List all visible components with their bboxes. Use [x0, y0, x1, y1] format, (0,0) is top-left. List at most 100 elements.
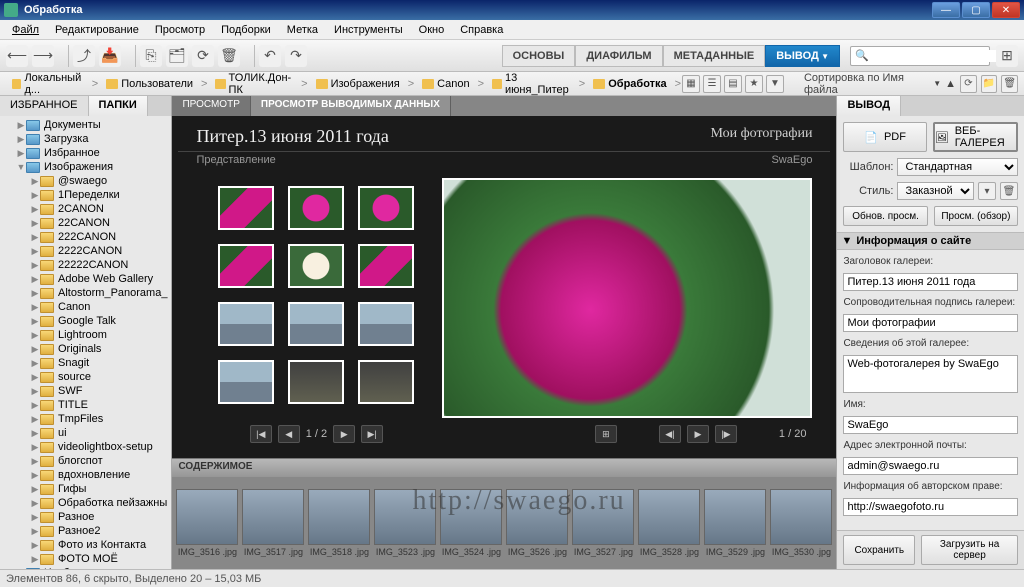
- workspace-tab-метаданные[interactable]: МЕТАДАННЫЕ: [663, 45, 766, 67]
- gallery-thumb[interactable]: [358, 186, 414, 230]
- expand-icon[interactable]: ▶: [30, 302, 40, 313]
- expand-icon[interactable]: ▶: [30, 232, 40, 243]
- expand-icon[interactable]: ▶: [30, 274, 40, 285]
- tree-item[interactable]: ▶блогспот: [2, 454, 169, 468]
- expand-icon[interactable]: ▶: [30, 344, 40, 355]
- expand-icon[interactable]: ▶: [30, 330, 40, 341]
- filter-rating-button[interactable]: ★: [745, 75, 763, 93]
- style-save-button[interactable]: ▾: [978, 182, 996, 200]
- gallery-thumb[interactable]: [358, 244, 414, 288]
- trash-button[interactable]: 🗑: [1001, 75, 1018, 93]
- menu-окно[interactable]: Окно: [411, 22, 453, 38]
- site-info-section[interactable]: ▼Информация о сайте: [837, 232, 1024, 250]
- rotate-cw-button[interactable]: ↷: [285, 45, 307, 67]
- tree-item[interactable]: ▶2222CANON: [2, 244, 169, 258]
- expand-icon[interactable]: ▶: [30, 428, 40, 439]
- expand-icon[interactable]: ▶: [30, 400, 40, 411]
- tree-item[interactable]: ▶вдохновление: [2, 468, 169, 482]
- breadcrumb-item[interactable]: 13 июня_Питер: [486, 70, 577, 98]
- tree-item[interactable]: ▶videolightbox-setup: [2, 440, 169, 454]
- tree-item[interactable]: ▶Altostorm_Panorama_: [2, 286, 169, 300]
- prev-page-button[interactable]: ◀: [278, 425, 300, 443]
- style-select[interactable]: Заказной: [897, 182, 974, 200]
- tree-item[interactable]: ▶Adobe Web Gallery: [2, 272, 169, 286]
- expand-icon[interactable]: ▶: [16, 120, 26, 131]
- expand-icon[interactable]: ▶: [30, 204, 40, 215]
- expand-icon[interactable]: ▶: [30, 176, 40, 187]
- expand-icon[interactable]: ▶: [30, 316, 40, 327]
- filmstrip-item[interactable]: IMG_3526 .jpg: [506, 489, 568, 557]
- tree-item[interactable]: ▶Гифы: [2, 482, 169, 496]
- menu-инструменты[interactable]: Инструменты: [326, 22, 411, 38]
- tree-item[interactable]: ▶222CANON: [2, 230, 169, 244]
- expand-icon[interactable]: ▶: [30, 554, 40, 565]
- forward-button[interactable]: ⟶: [32, 45, 54, 67]
- maximize-button[interactable]: ▢: [962, 2, 990, 18]
- workspace-tab-вывод[interactable]: ВЫВОД ▼: [765, 45, 840, 67]
- tree-item[interactable]: ▶Originals: [2, 342, 169, 356]
- view-details-button[interactable]: ▤: [724, 75, 742, 93]
- menu-справка[interactable]: Справка: [452, 22, 511, 38]
- slideshow-view-button[interactable]: ⊞: [595, 425, 617, 443]
- filmstrip-item[interactable]: IMG_3529 .jpg: [704, 489, 766, 557]
- expand-icon[interactable]: ▶: [30, 540, 40, 551]
- open-button[interactable]: ⎘: [140, 45, 162, 67]
- filmstrip-item[interactable]: IMG_3528 .jpg: [638, 489, 700, 557]
- rotate-ccw-button[interactable]: ↶: [259, 45, 281, 67]
- menu-редактирование[interactable]: Редактирование: [47, 22, 147, 38]
- expand-icon[interactable]: ▶: [16, 134, 26, 145]
- menu-подборки[interactable]: Подборки: [213, 22, 279, 38]
- delete-button[interactable]: 🗑: [218, 45, 240, 67]
- tree-item[interactable]: ▶Canon: [2, 300, 169, 314]
- expand-icon[interactable]: ▶: [30, 190, 40, 201]
- get-photos-button[interactable]: 📥: [99, 45, 121, 67]
- compact-mode-button[interactable]: ⊞: [996, 45, 1018, 67]
- style-delete-button[interactable]: 🗑: [1000, 182, 1018, 200]
- tree-item[interactable]: ▶SWF: [2, 384, 169, 398]
- filmstrip-item[interactable]: IMG_3523 .jpg: [374, 489, 436, 557]
- gallery-thumb[interactable]: [288, 360, 344, 404]
- breadcrumb-item[interactable]: ТОЛИК.Дон-ПК: [209, 70, 299, 98]
- expand-icon[interactable]: ▶: [30, 414, 40, 425]
- refresh-preview-button[interactable]: Обнов. просм.: [843, 206, 927, 226]
- last-page-button[interactable]: ▶|: [361, 425, 383, 443]
- workspace-tab-диафильм[interactable]: ДИАФИЛЬМ: [575, 45, 662, 67]
- gallery-caption-input[interactable]: [843, 314, 1018, 332]
- minimize-button[interactable]: —: [932, 2, 960, 18]
- tree-item[interactable]: ▶Избранное: [2, 146, 169, 160]
- panel-tab-ПАПКИ[interactable]: ПАПКИ: [89, 96, 148, 116]
- expand-icon[interactable]: ▶: [30, 484, 40, 495]
- filmstrip-item[interactable]: IMG_3524 .jpg: [440, 489, 502, 557]
- refresh-button[interactable]: ⟳: [192, 45, 214, 67]
- expand-icon[interactable]: ▶: [30, 498, 40, 509]
- search-input[interactable]: [869, 50, 1011, 62]
- gallery-thumb[interactable]: [358, 360, 414, 404]
- gallery-thumb[interactable]: [218, 244, 274, 288]
- breadcrumb-item[interactable]: Пользователи: [100, 76, 199, 92]
- slideshow-play-button[interactable]: ▶: [687, 425, 709, 443]
- options-button[interactable]: ⟳: [960, 75, 977, 93]
- about-textarea[interactable]: Web-фотогалерея by SwaEgo: [843, 355, 1018, 393]
- sort-dropdown-icon[interactable]: ▼: [933, 79, 941, 88]
- tree-item[interactable]: ▶Lightroom: [2, 328, 169, 342]
- breadcrumb-item[interactable]: Обработка: [587, 76, 672, 92]
- filmstrip-item[interactable]: IMG_3517 .jpg: [242, 489, 304, 557]
- slideshow-next-button[interactable]: |▶: [715, 425, 737, 443]
- gallery-thumb[interactable]: [218, 302, 274, 346]
- tree-item[interactable]: ▶@swaego: [2, 174, 169, 188]
- pdf-mode-button[interactable]: 📄PDF: [843, 122, 926, 152]
- close-button[interactable]: ✕: [992, 2, 1020, 18]
- save-button[interactable]: Сохранить: [843, 535, 915, 565]
- menu-просмотр[interactable]: Просмотр: [147, 22, 213, 38]
- slideshow-prev-button[interactable]: ◀|: [659, 425, 681, 443]
- expand-icon[interactable]: ▶: [30, 372, 40, 383]
- tree-item[interactable]: ▶ФОТО МОЁ: [2, 552, 169, 566]
- breadcrumb-item[interactable]: Canon: [416, 76, 475, 92]
- center-tab[interactable]: ПРОСМОТР ВЫВОДИМЫХ ДАННЫХ: [251, 96, 451, 116]
- breadcrumb-item[interactable]: Локальный д...: [6, 70, 90, 98]
- expand-icon[interactable]: ▶: [30, 386, 40, 397]
- view-list-button[interactable]: ☰: [703, 75, 721, 93]
- expand-icon[interactable]: ▶: [30, 218, 40, 229]
- expand-icon[interactable]: ▶: [30, 526, 40, 537]
- menu-метка[interactable]: Метка: [279, 22, 326, 38]
